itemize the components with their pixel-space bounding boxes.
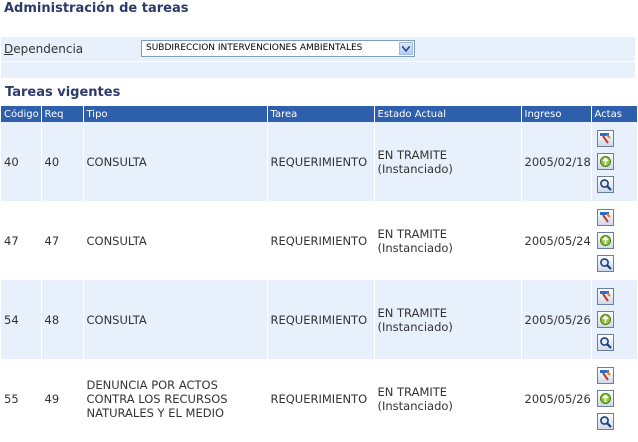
- table-row: 55 49 DENUNCIA POR ACTOS CONTRA LOS RECURS…: [1, 359, 637, 438]
- magnifier-icon[interactable]: [596, 255, 614, 272]
- estado-value: EN TRAMITE: [377, 384, 448, 399]
- column-header-codigo[interactable]: Código: [1, 106, 41, 122]
- return-icon[interactable]: [596, 232, 614, 249]
- return-icon[interactable]: [596, 311, 614, 328]
- cell-tipo: DENUNCIA POR ACTOS CONTRA LOS RECURSOS N…: [82, 359, 267, 438]
- cell-tarea: REQUERIMIENTO: [266, 122, 374, 201]
- cell-req: 49: [40, 359, 83, 438]
- estado-sub: (Instanciado): [377, 161, 453, 176]
- estado-sub: (Instanciado): [377, 398, 453, 413]
- cell-estado: EN TRAMITE (Instanciado): [373, 201, 521, 280]
- table-row: 40 40 CONSULTA REQUERIMIENTO EN TRAMITE (Inst…: [1, 122, 637, 201]
- cell-actas: [590, 201, 637, 280]
- chevron-down-icon[interactable]: [399, 42, 413, 55]
- cell-ingreso: 2005/05/24: [520, 201, 591, 280]
- cell-tipo: CONSULTA: [82, 201, 267, 280]
- cell-req: 40: [40, 122, 83, 201]
- section-title: Tareas vigentes: [5, 85, 121, 100]
- dependencia-label: Dependencia: [4, 42, 83, 56]
- cell-tipo: CONSULTA: [82, 280, 267, 359]
- dependencia-label-accesskey: D: [4, 42, 14, 56]
- column-header-actas: Actas: [590, 106, 637, 122]
- column-header-req[interactable]: Req: [40, 106, 83, 122]
- cell-tarea: REQUERIMIENTO: [266, 359, 374, 438]
- estado-sub: (Instanciado): [377, 240, 453, 255]
- estado-value: EN TRAMITE: [377, 226, 448, 241]
- dependencia-select[interactable]: SUBDIRECCION INTERVENCIONES AMBIENTALES: [141, 40, 415, 57]
- return-icon[interactable]: [596, 390, 614, 407]
- column-header-tarea[interactable]: Tarea: [266, 106, 374, 122]
- cell-tarea: REQUERIMIENTO: [266, 201, 374, 280]
- cell-ingreso: 2005/05/26: [520, 359, 591, 438]
- page-title: Administración de tareas: [4, 1, 189, 16]
- cell-req: 48: [40, 280, 83, 359]
- cell-estado: EN TRAMITE (Instanciado): [373, 359, 521, 438]
- estado-sub: (Instanciado): [377, 319, 453, 334]
- edit-task-icon[interactable]: [596, 367, 614, 384]
- cell-codigo: 40: [1, 122, 41, 201]
- table-header-row: Código Req Tipo Tarea Estado Actual Ingr…: [1, 106, 637, 122]
- cell-estado: EN TRAMITE (Instanciado): [373, 122, 521, 201]
- edit-task-icon[interactable]: [596, 209, 614, 226]
- cell-codigo: 55: [4, 391, 19, 406]
- cell-ingreso: 2005/05/26: [520, 280, 591, 359]
- estado-value: EN TRAMITE: [377, 147, 448, 162]
- column-header-tipo[interactable]: Tipo: [82, 106, 267, 122]
- cell-ingreso: 2005/02/18: [520, 122, 591, 201]
- cell-codigo: 54: [1, 280, 41, 359]
- cell-codigo: 47: [4, 233, 19, 248]
- magnifier-icon[interactable]: [596, 176, 614, 193]
- magnifier-icon[interactable]: [596, 334, 614, 351]
- dependencia-label-rest: ependencia: [13, 42, 84, 56]
- table-row: 54 48 CONSULTA REQUERIMIENTO EN TRAMITE (Inst…: [1, 280, 637, 359]
- return-icon[interactable]: [596, 153, 614, 170]
- cell-req: 47: [40, 201, 83, 280]
- dependencia-select-value: SUBDIRECCION INTERVENCIONES AMBIENTALES: [146, 43, 363, 53]
- cell-actas: [590, 280, 637, 359]
- column-header-estado[interactable]: Estado Actual: [373, 106, 521, 122]
- cell-actas: [590, 122, 637, 201]
- magnifier-icon[interactable]: [596, 413, 614, 430]
- dependencia-filter-bar: Dependencia SUBDIRECCION INTERVENCIONES …: [1, 37, 635, 61]
- edit-task-icon[interactable]: [596, 130, 614, 147]
- column-header-ingreso[interactable]: Ingreso: [520, 106, 591, 122]
- table-row: 47 47 CONSULTA REQUERIMIENTO EN TRAMITE (Inst…: [1, 201, 637, 280]
- cell-tipo: CONSULTA: [82, 122, 267, 201]
- filter-spacer-bar: [1, 62, 635, 78]
- cell-actas: [590, 359, 637, 438]
- cell-tarea: REQUERIMIENTO: [266, 280, 374, 359]
- estado-value: EN TRAMITE: [377, 305, 448, 320]
- edit-task-icon[interactable]: [596, 288, 614, 305]
- tasks-table: Código Req Tipo Tarea Estado Actual Ingr…: [1, 106, 637, 438]
- cell-estado: EN TRAMITE (Instanciado): [373, 280, 521, 359]
